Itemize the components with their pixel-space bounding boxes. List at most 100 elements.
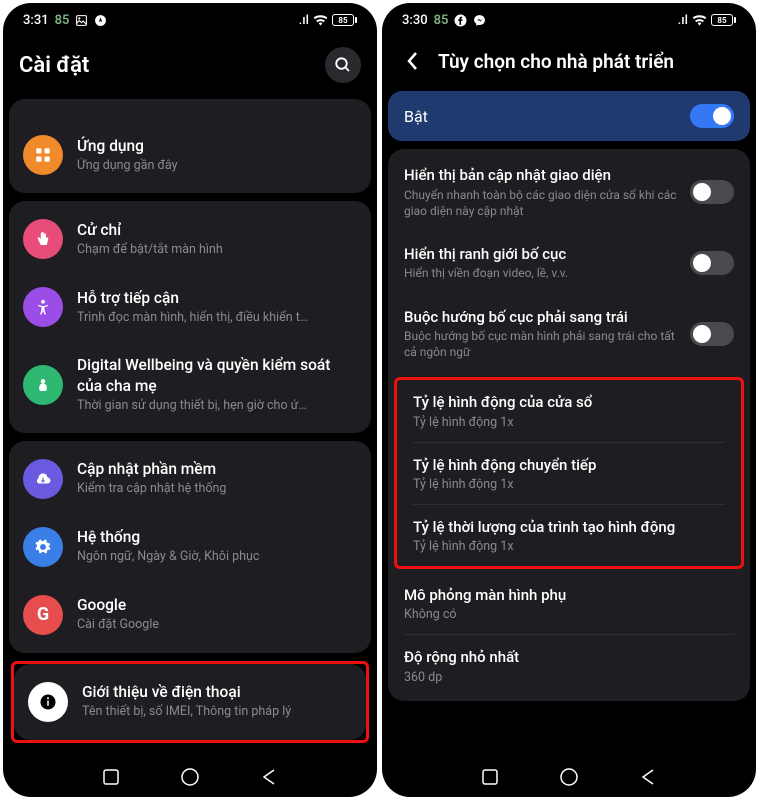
option-sub: Tỷ lệ hình động 1x [413,539,725,554]
row-sub: Kiểm tra cập nhật hệ thống [77,481,357,498]
settings-item-about[interactable]: Giới thiệu về điện thoại Tên thiết bị, s… [14,668,366,736]
option-title: Tỷ lệ hình động của cửa sổ [413,392,725,412]
switch-off[interactable] [690,322,734,346]
toggle-show-surface-updates[interactable]: Hiển thị bản cập nhật giao diện Chuyển n… [388,153,750,232]
messenger-icon [473,14,486,27]
option-title: Độ rộng nhỏ nhất [404,647,734,667]
row-sub: Trình đọc màn hình, hiển thị, điều khiển… [77,310,357,327]
main-toggle[interactable]: Bật [388,91,750,141]
search-button[interactable] [325,47,361,83]
row-sub: Chạm để bật/tắt màn hình [77,242,357,259]
phone-right-devoptions: 3:30 85 .ıl 85 Tùy chọn cho nhà phát tri… [382,3,756,797]
row-sub: Tên thiết bị, số IMEI, Thông tin pháp lý [82,704,352,721]
nav-back[interactable] [637,766,659,788]
cloud-icon [23,459,63,499]
switch-off[interactable] [690,180,734,204]
nav-bar [3,757,377,797]
nav-home[interactable] [179,766,201,788]
status-pct: 85 [434,13,449,28]
toggle-rtl-layout[interactable]: Buộc hướng bố cục phải sang trái Buộc hư… [388,295,750,374]
battery-icon: 85 [332,14,357,26]
nav-bar [382,757,756,797]
info-icon [28,682,68,722]
nav-recent[interactable] [100,766,122,788]
option-title: Tỷ lệ hình động chuyển tiếp [413,455,725,475]
facebook-icon [454,14,467,27]
settings-item-update[interactable]: Cập nhật phần mềm Kiểm tra cập nhật hệ t… [9,445,371,513]
gear-icon [23,527,63,567]
settings-item-accessibility[interactable]: Hỗ trợ tiếp cận Trình đọc màn hình, hiển… [9,273,371,341]
row-title: Digital Wellbeing và quyền kiểm soát của… [77,355,357,397]
row-title: Hỗ trợ tiếp cận [77,288,357,309]
highlight-about-phone: Giới thiệu về điện thoại Tên thiết bị, s… [11,661,369,743]
hand-icon [23,219,63,259]
status-time: 3:30 [402,13,428,28]
row-sub: Thời gian sử dụng thiết bị, hẹn giờ cho … [77,398,357,415]
toggle-label: Bật [404,107,428,126]
nav-home[interactable] [558,766,580,788]
status-bar: 3:31 85 .ıl 85 [3,3,377,37]
wifi-icon [313,14,328,26]
row-title: Ứng dụng [77,136,357,157]
status-time: 3:31 [23,13,49,28]
toggle-sub: Chuyển nhanh toàn bộ các giao diện cửa s… [404,187,678,219]
compass-icon [94,14,107,27]
settings-item-system[interactable]: Hệ thống Ngôn ngữ, Ngày & Giờ, Khôi phục [9,513,371,581]
switch-off[interactable] [690,251,734,275]
signal-dots: .ıl [299,13,309,28]
highlight-animation-scales: Tỷ lệ hình động của cửa sổ Tỷ lệ hình độ… [394,377,744,569]
status-bar: 3:30 85 .ıl 85 [382,3,756,37]
wifi-icon [692,14,707,26]
option-sub: Tỷ lệ hình động 1x [413,477,725,492]
cut-row-sub [9,99,371,121]
accessibility-icon [23,287,63,327]
row-title: Google [77,595,357,616]
settings-item-google[interactable]: G Google Cài đặt Google [9,581,371,649]
toggle-title: Hiển thị ranh giới bố cục [404,245,678,265]
option-window-animation-scale[interactable]: Tỷ lệ hình động của cửa sổ Tỷ lệ hình độ… [397,380,741,441]
toggle-title: Buộc hướng bố cục phải sang trái [404,308,678,328]
page-title: Tùy chọn cho nhà phát triển [438,50,740,73]
phone-left-settings: 3:31 85 .ıl 85 Cài đặt Ứng dụng Ứ [3,3,377,797]
main-toggle-bar: Bật [388,91,750,141]
wellbeing-icon [23,365,63,405]
row-title: Cập nhật phần mềm [77,459,357,480]
back-button[interactable] [398,47,426,75]
page-title: Cài đặt [19,53,313,78]
toggle-layout-bounds[interactable]: Hiển thị ranh giới bố cục Hiển thị viền … [388,232,750,295]
search-icon [334,56,352,74]
image-icon [75,14,88,27]
settings-item-wellbeing[interactable]: Digital Wellbeing và quyền kiểm soát của… [9,341,371,429]
option-transition-animation-scale[interactable]: Tỷ lệ hình động chuyển tiếp Tỷ lệ hình đ… [397,443,741,504]
settings-item-gestures[interactable]: Cử chỉ Chạm để bật/tắt màn hình [9,205,371,273]
nav-recent[interactable] [479,766,501,788]
row-sub: Ngôn ngữ, Ngày & Giờ, Khôi phục [77,549,357,566]
option-title: Mô phỏng màn hình phụ [404,585,734,605]
toggle-title: Hiển thị bản cập nhật giao diện [404,166,678,186]
option-animator-duration-scale[interactable]: Tỷ lệ thời lượng của trình tạo hình động… [397,505,741,566]
row-sub: Cài đặt Google [77,617,357,634]
battery-icon: 85 [711,14,736,26]
row-title: Cử chỉ [77,220,357,241]
option-simulate-secondary[interactable]: Mô phỏng màn hình phụ Không có [388,573,750,634]
toggle-sub: Hiển thị viền đoạn video, lề, v.v. [404,265,678,281]
option-sub: Không có [404,607,734,622]
option-sub: Tỷ lệ hình động 1x [413,415,725,430]
google-icon: G [23,595,63,635]
option-title: Tỷ lệ thời lượng của trình tạo hình động [413,517,725,537]
option-smallest-width[interactable]: Độ rộng nhỏ nhất 360 dp [388,635,750,696]
signal-dots: .ıl [678,13,688,28]
devoptions-content: Bật Hiển thị bản cập nhật giao diện Chuy… [382,91,756,757]
settings-item-apps[interactable]: Ứng dụng Ứng dụng gần đây [9,121,371,189]
settings-content: Ứng dụng Ứng dụng gần đây Cử chỉ Chạm để… [3,99,377,757]
nav-back[interactable] [258,766,280,788]
row-title: Giới thiệu về điện thoại [82,682,352,703]
option-sub: 360 dp [404,670,734,685]
status-pct: 85 [55,13,70,28]
row-title: Hệ thống [77,527,357,548]
toggle-sub: Buộc hướng bố cục màn hình phải sang trá… [404,328,678,360]
settings-header: Cài đặt [3,37,377,99]
devoptions-header: Tùy chọn cho nhà phát triển [382,37,756,91]
chevron-left-icon [406,51,418,71]
switch-on[interactable] [690,104,734,128]
